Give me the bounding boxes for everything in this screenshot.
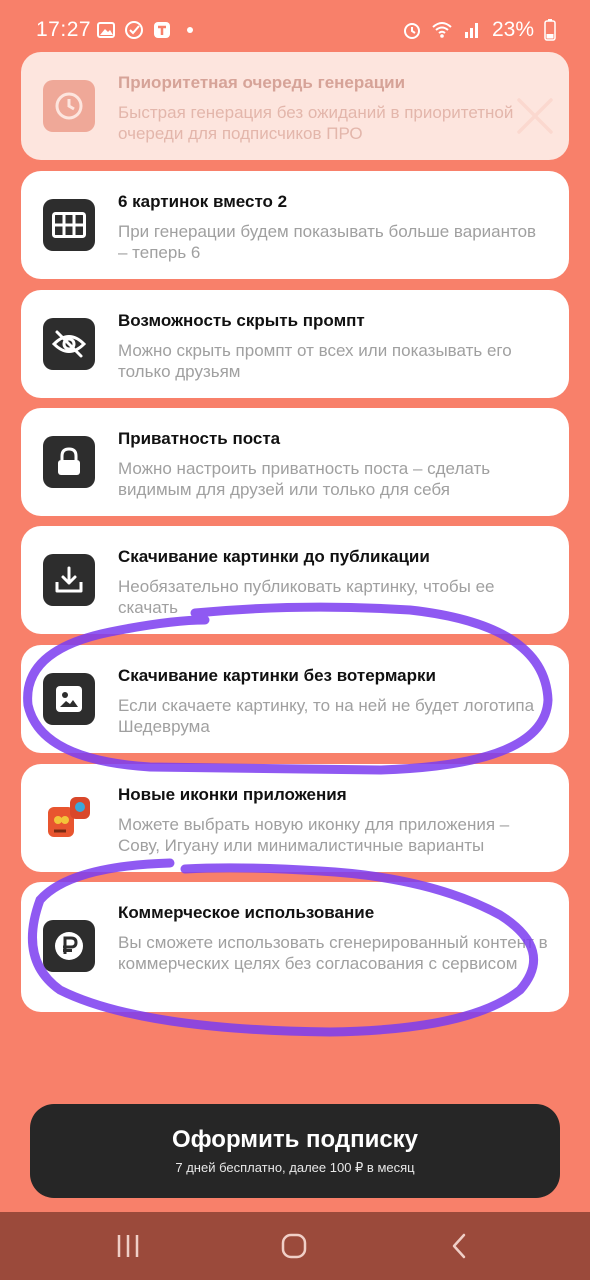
feature-description: Можно настроить приватность поста – сдел… <box>118 459 491 499</box>
feature-card-no-watermark: Скачивание картинки без вотермарки Если … <box>21 645 569 753</box>
system-nav-bar <box>0 1212 590 1280</box>
feature-title: Скачивание картинки до публикации <box>118 547 430 566</box>
feature-description: Можете выбрать новую иконку для приложен… <box>118 815 510 855</box>
feature-card-post-privacy: Приватность поста Можно настроить приват… <box>21 408 569 516</box>
recent-apps-icon[interactable] <box>110 1230 146 1262</box>
feature-card-new-app-icons: Новые иконки приложения Можете выбрать н… <box>21 764 569 872</box>
subscribe-button[interactable]: Оформить подписку 7 дней бесплатно, дале… <box>30 1104 560 1198</box>
status-time: 17:27 <box>36 18 92 41</box>
feature-card-hide-prompt: Возможность скрыть промпт Можно скрыть п… <box>21 290 569 398</box>
feature-card-download-before-publish: Скачивание картинки до публикации Необяз… <box>21 526 569 634</box>
feature-title: Новые иконки приложения <box>118 785 347 804</box>
grid-icon <box>52 212 86 238</box>
battery-icon <box>544 19 556 41</box>
feature-description: Вы сможете использовать сгенерированный … <box>118 933 548 973</box>
feature-card-commercial-use: Коммерческое использование Вы сможете ис… <box>21 882 569 1012</box>
check-circle-icon <box>125 21 143 39</box>
close-icon[interactable] <box>515 96 555 136</box>
clock-icon <box>55 92 83 120</box>
eye-off-icon <box>52 330 86 358</box>
feature-title: 6 картинок вместо 2 <box>118 192 288 211</box>
feature-title: Скачивание картинки без вотермарки <box>118 666 436 685</box>
alarm-icon <box>403 23 420 39</box>
dot-icon <box>187 27 193 33</box>
subscribe-button-sublabel: 7 дней бесплатно, далее 100 ₽ в месяц <box>175 1160 415 1175</box>
feature-card-six-images: 6 картинок вместо 2 При генерации будем … <box>21 171 569 279</box>
feature-title: Приоритетная очередь генерации <box>118 73 406 92</box>
app-notification-icon <box>154 22 170 38</box>
gallery-icon <box>97 22 115 38</box>
feature-title: Возможность скрыть промпт <box>118 311 365 330</box>
feature-card-priority-queue: Приоритетная очередь генерации Быстрая г… <box>21 52 569 160</box>
image-icon <box>56 686 82 712</box>
subscribe-button-label: Оформить подписку <box>171 1126 419 1153</box>
app-icons-icon <box>48 797 90 837</box>
wifi-icon <box>432 22 452 38</box>
download-icon <box>55 566 83 593</box>
feature-description: Если скачаете картинку, то на ней не буд… <box>118 696 535 736</box>
feature-title: Приватность поста <box>118 429 281 448</box>
feature-description: Можно скрыть промпт от всех или показыва… <box>118 341 512 381</box>
lock-icon <box>58 447 80 475</box>
feature-title: Коммерческое использование <box>118 903 375 922</box>
battery-percent: 23% <box>491 18 534 41</box>
feature-description: При генерации будем показывать больше ва… <box>118 222 537 262</box>
feature-description: Необязательно публиковать картинку, чтоб… <box>118 577 495 617</box>
back-icon[interactable] <box>442 1230 478 1262</box>
feature-description: Быстрая генерация без ожиданий в приорит… <box>118 103 514 143</box>
signal-icon <box>464 23 478 38</box>
home-icon[interactable] <box>276 1230 312 1262</box>
ruble-icon <box>55 932 83 960</box>
status-bar: 17:27 23% <box>0 0 590 58</box>
